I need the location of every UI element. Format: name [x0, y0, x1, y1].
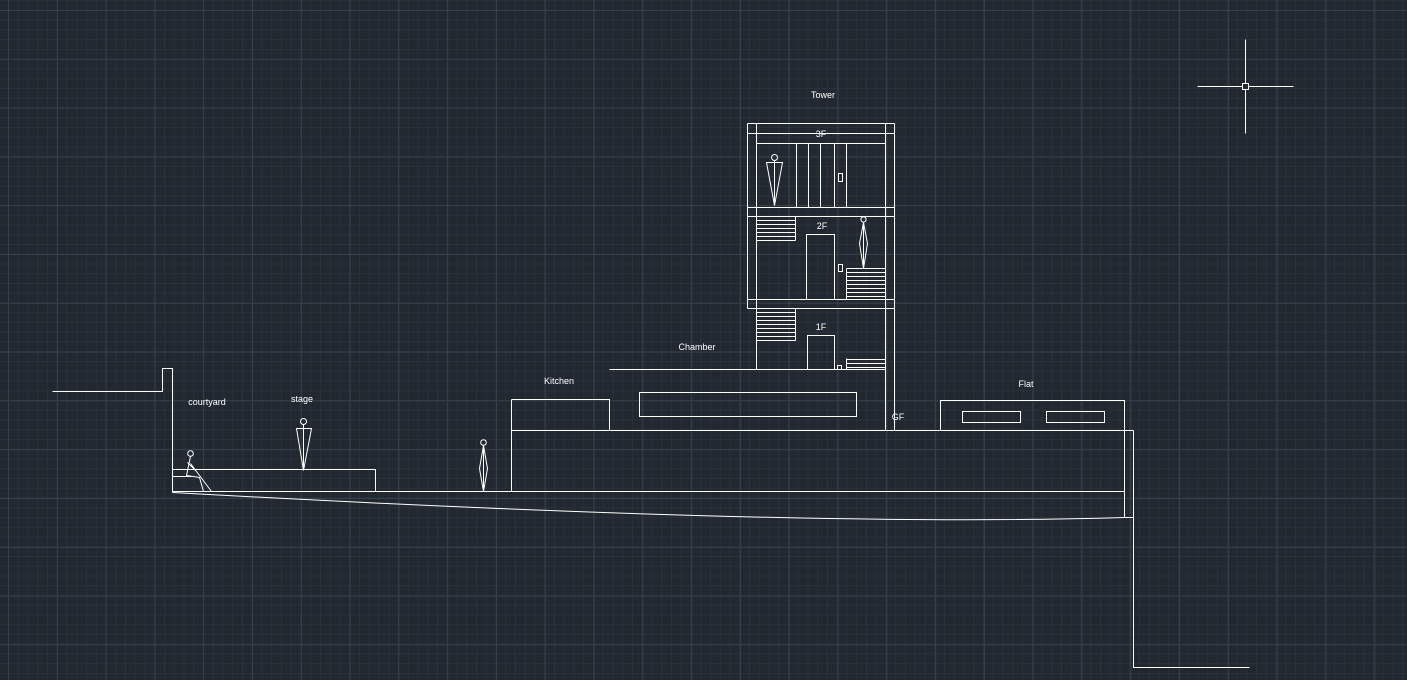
label-flat: Flat — [1018, 379, 1034, 389]
tower-1f-left-stairs — [756, 308, 796, 341]
flat-window-left — [962, 411, 1021, 423]
figure-body — [295, 424, 313, 471]
site-ground[interactable] — [52, 368, 1250, 668]
section-drawing — [52, 123, 1250, 668]
figure-body — [478, 445, 489, 492]
figure-body — [765, 160, 784, 206]
figure-head — [300, 418, 307, 425]
crosshair-pickbox — [1242, 83, 1249, 90]
label-kitchen: Kitchen — [544, 376, 574, 386]
tower-1f-door — [807, 335, 835, 370]
labels: Tower 3F 2F 1F Chamber Kitchen Flat GF c… — [188, 90, 1034, 422]
figure-head — [480, 439, 487, 446]
label-3f: 3F — [816, 129, 827, 139]
drawing-svg[interactable]: Tower 3F 2F 1F Chamber Kitchen Flat GF c… — [0, 0, 1407, 680]
flat-outline — [940, 400, 1125, 431]
figure-head — [187, 450, 194, 457]
figure-body — [185, 456, 212, 492]
tower-2f-switch — [838, 264, 843, 272]
seated-figure[interactable] — [185, 450, 212, 492]
tower-1f-switch — [837, 365, 842, 370]
kitchen-outline — [511, 399, 610, 431]
right-retaining-wall — [1124, 430, 1250, 668]
tower-slab-3f-2f — [747, 207, 895, 217]
tower-2f-left-stairs — [756, 216, 796, 241]
platform-outline — [511, 399, 1134, 492]
label-2f: 2F — [817, 221, 828, 231]
label-gf: GF — [892, 412, 905, 422]
figure-head — [771, 154, 778, 161]
tower-2f-door — [806, 234, 835, 300]
chamber-block[interactable] — [609, 369, 886, 417]
flat-window-right — [1046, 411, 1105, 423]
ground-curve — [172, 492, 1125, 521]
tower-1f-right-stairs — [846, 358, 886, 370]
tower[interactable] — [747, 123, 895, 431]
standing-figure[interactable] — [478, 439, 489, 492]
crosshair-cursor-icon — [1197, 39, 1294, 134]
tower-3f-switch — [838, 173, 843, 182]
stage-figure[interactable] — [295, 418, 313, 471]
label-stage: stage — [291, 394, 313, 404]
label-chamber: Chamber — [678, 342, 715, 352]
left-retaining-wall — [52, 368, 173, 493]
tower-2f-figure — [858, 216, 869, 269]
tower-slab-2f-1f — [747, 299, 895, 309]
chamber-window — [639, 392, 857, 417]
label-1f: 1F — [816, 322, 827, 332]
label-courtyard: courtyard — [188, 397, 226, 407]
tower-2f-right-stairs — [846, 268, 886, 300]
figure-head — [860, 216, 867, 223]
flat-block[interactable] — [940, 400, 1125, 431]
figure-body — [858, 222, 869, 269]
kitchen-block[interactable] — [511, 399, 610, 431]
tower-3f-figure — [765, 154, 784, 206]
main-platform[interactable] — [511, 399, 1134, 492]
drawing-canvas[interactable]: Tower 3F 2F 1F Chamber Kitchen Flat GF c… — [0, 0, 1407, 680]
label-tower: Tower — [811, 90, 835, 100]
